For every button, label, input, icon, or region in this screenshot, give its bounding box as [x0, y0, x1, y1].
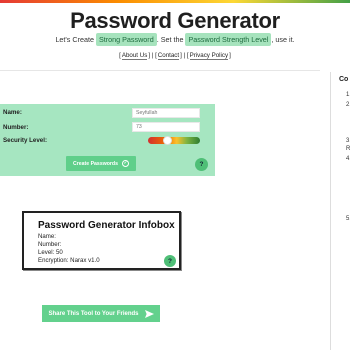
page-title: Password Generator [70, 8, 280, 33]
form-help-button[interactable]: ? [195, 158, 208, 171]
right-panel-item: R [346, 146, 350, 152]
security-level-label: Security Level: [3, 137, 48, 144]
right-panel-heading: Co [339, 76, 349, 83]
create-passwords-label: Create Passwords [73, 160, 118, 167]
share-tool-label: Share This Tool to Your Friends [48, 310, 139, 317]
right-side-panel: Co 1. 2. 3. R 4. 5. [330, 72, 350, 350]
infobox-level: Level: 50 [38, 249, 63, 256]
right-panel-item: 2. [346, 102, 350, 108]
about-link[interactable]: About Us [121, 52, 148, 60]
slider-handle[interactable] [163, 136, 172, 145]
contact-link[interactable]: Contact [157, 52, 180, 60]
footer-links: [About Us] | [Contact] | [Privacy Policy… [119, 52, 231, 60]
infobox: Password Generator Infobox Name: Number:… [22, 211, 181, 270]
create-passwords-button[interactable]: Create Passwords ✓ [66, 156, 136, 171]
infobox-number: Number: [38, 241, 62, 248]
check-circle-icon: ✓ [121, 160, 129, 167]
divider [0, 70, 320, 71]
name-label: Name: [3, 109, 22, 116]
subtitle-suffix: , use it. [271, 35, 295, 44]
top-color-strip [0, 0, 350, 3]
share-tool-button[interactable]: Share This Tool to Your Friends [42, 305, 160, 322]
send-icon [144, 309, 154, 318]
name-input[interactable] [132, 108, 200, 118]
number-input[interactable] [132, 122, 200, 132]
page-subtitle: Let's Create Strong Password. Set the Pa… [0, 33, 350, 46]
subtitle-middle: . Set the [156, 35, 184, 44]
highlight-strength-level: Password Strength Level [185, 33, 272, 46]
infobox-encryption: Encryption: Narax v1.0 [38, 257, 100, 264]
right-panel-item: 4. [346, 156, 350, 162]
infobox-title: Password Generator Infobox [38, 220, 175, 231]
number-label: Number: [3, 124, 29, 131]
security-level-slider[interactable] [148, 136, 200, 145]
subtitle-prefix: Let's Create [55, 35, 94, 44]
right-panel-item: 3. [346, 138, 350, 144]
right-panel-item: 5. [346, 216, 350, 222]
infobox-help-button[interactable]: ? [164, 255, 176, 267]
infobox-name: Name: [38, 233, 56, 240]
privacy-link[interactable]: Privacy Policy [189, 52, 229, 60]
highlight-strong-password: Strong Password [95, 33, 157, 46]
right-panel-item: 1. [346, 92, 350, 98]
